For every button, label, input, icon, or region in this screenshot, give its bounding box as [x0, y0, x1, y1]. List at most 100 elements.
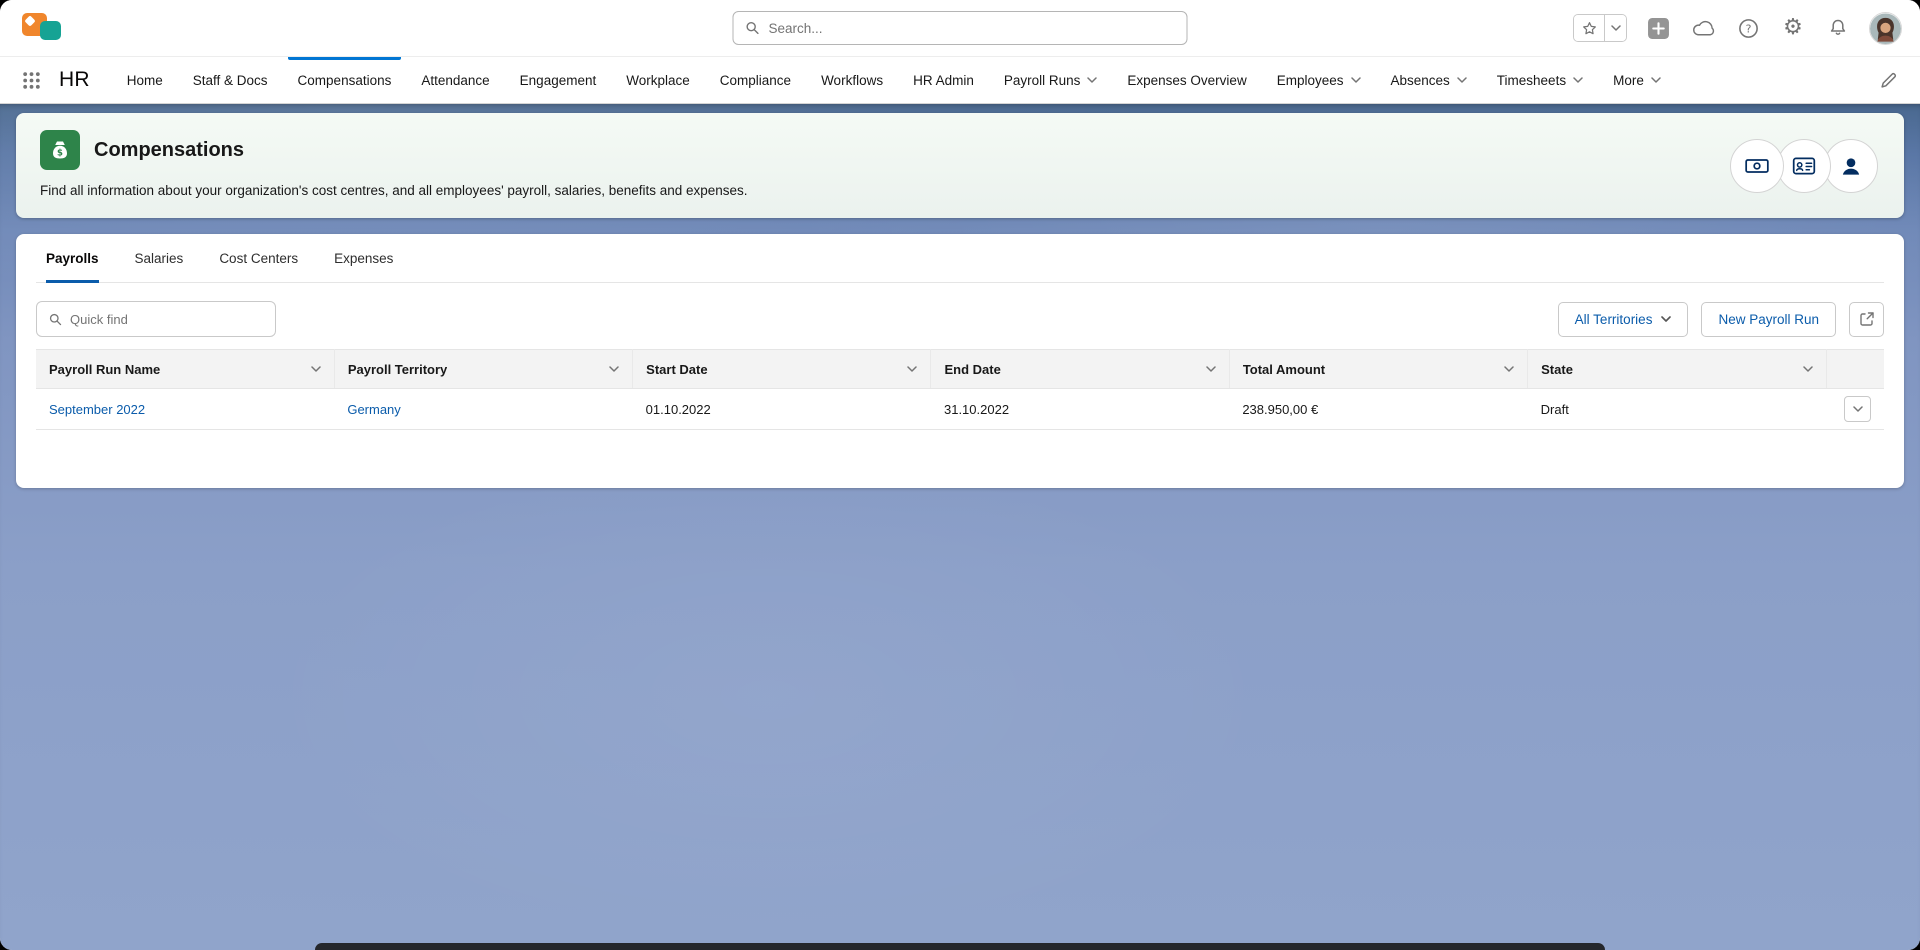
nav-tab-timesheets[interactable]: Timesheets	[1482, 57, 1598, 103]
nav-tab-compensations[interactable]: Compensations	[283, 57, 407, 103]
quick-find-box[interactable]	[36, 301, 276, 337]
nav-tab-expenses-overview[interactable]: Expenses Overview	[1112, 57, 1261, 103]
nav-tab-payroll-runs[interactable]: Payroll Runs	[989, 57, 1113, 103]
nav-tab-label: Compensations	[298, 73, 392, 88]
search-icon	[746, 21, 760, 35]
column-header-total-amount[interactable]: Total Amount	[1229, 350, 1527, 389]
cell-payroll-territory: Germany	[334, 389, 632, 430]
banknote-icon-button[interactable]	[1730, 139, 1784, 193]
column-header-start-date[interactable]: Start Date	[633, 350, 931, 389]
dock-hint	[315, 943, 1605, 950]
global-header: ? ⚙	[0, 0, 1920, 57]
row-actions-button[interactable]	[1844, 396, 1871, 422]
tab-salaries[interactable]: Salaries	[135, 234, 184, 282]
tab-payrolls[interactable]: Payrolls	[46, 234, 99, 282]
page-header-card: $ Compensations Find all information abo…	[16, 113, 1904, 218]
user-avatar[interactable]	[1869, 12, 1902, 45]
nav-tab-label: Expenses Overview	[1127, 73, 1246, 88]
page-canvas: $ Compensations Find all information abo…	[0, 104, 1920, 950]
payroll-run-name-link[interactable]: September 2022	[49, 402, 145, 417]
app-launcher-waffle-icon[interactable]	[18, 67, 45, 94]
nav-tab-staff-docs[interactable]: Staff & Docs	[178, 57, 283, 103]
page-title: Compensations	[94, 139, 244, 162]
nav-tab-home[interactable]: Home	[112, 57, 178, 103]
cell-end-date: 31.10.2022	[931, 389, 1229, 430]
column-label: Start Date	[646, 362, 707, 377]
cell-start-date: 01.10.2022	[633, 389, 931, 430]
person-icon-button[interactable]	[1824, 139, 1878, 193]
chevron-down-icon[interactable]	[1457, 77, 1467, 83]
app-nav-bar: HR HomeStaff & DocsCompensationsAttendan…	[0, 57, 1920, 104]
nav-tab-workflows[interactable]: Workflows	[806, 57, 898, 103]
tab-expenses[interactable]: Expenses	[334, 234, 393, 282]
app-logo[interactable]	[18, 9, 64, 47]
column-header-end-date[interactable]: End Date	[931, 350, 1229, 389]
nav-tab-absences[interactable]: Absences	[1376, 57, 1482, 103]
chevron-down-icon[interactable]	[1504, 366, 1514, 372]
nav-tab-hr-admin[interactable]: HR Admin	[898, 57, 989, 103]
cloud-icon[interactable]	[1689, 14, 1717, 42]
svg-text:$: $	[57, 148, 63, 158]
chevron-down-icon[interactable]	[1803, 366, 1813, 372]
setup-gear-icon[interactable]: ⚙	[1779, 14, 1807, 42]
search-icon	[49, 313, 62, 326]
column-header-actions	[1826, 350, 1884, 389]
payroll-territory-link[interactable]: Germany	[347, 402, 400, 417]
favorites-star-icon[interactable]	[1574, 15, 1604, 41]
nav-tab-label: Compliance	[720, 73, 791, 88]
nav-tab-label: Workflows	[821, 73, 883, 88]
column-label: End Date	[944, 362, 1000, 377]
nav-tab-label: Staff & Docs	[193, 73, 268, 88]
help-icon[interactable]: ?	[1734, 14, 1762, 42]
notifications-bell-icon[interactable]	[1824, 14, 1852, 42]
quick-find-input[interactable]	[70, 312, 263, 327]
compensations-moneybag-icon: $	[40, 130, 80, 170]
global-search[interactable]	[733, 11, 1188, 45]
nav-tab-label: Engagement	[520, 73, 597, 88]
chevron-down-icon[interactable]	[1206, 366, 1216, 372]
column-header-state[interactable]: State	[1528, 350, 1826, 389]
list-toolbar: All Territories New Payroll Run	[36, 301, 1884, 337]
nav-tab-label: Payroll Runs	[1004, 73, 1081, 88]
column-header-payroll-run-name[interactable]: Payroll Run Name	[36, 350, 334, 389]
column-label: Payroll Run Name	[49, 362, 160, 377]
nav-tab-employees[interactable]: Employees	[1262, 57, 1376, 103]
id-card-icon-button[interactable]	[1777, 139, 1831, 193]
favorites-chevron-down-icon[interactable]	[1604, 15, 1626, 41]
payrolls-card: Payrolls Salaries Cost Centers Expenses All…	[16, 234, 1904, 488]
territory-filter-label: All Territories	[1575, 312, 1653, 327]
column-label: Total Amount	[1243, 362, 1325, 377]
open-in-new-window-icon[interactable]	[1849, 302, 1884, 337]
nav-tab-label: Absences	[1391, 73, 1450, 88]
nav-tab-compliance[interactable]: Compliance	[705, 57, 806, 103]
header-actions: ? ⚙	[1573, 12, 1902, 45]
column-header-payroll-territory[interactable]: Payroll Territory	[334, 350, 632, 389]
column-label: Payroll Territory	[348, 362, 447, 377]
nav-tab-attendance[interactable]: Attendance	[406, 57, 504, 103]
chevron-down-icon[interactable]	[1351, 77, 1361, 83]
nav-tab-label: Home	[127, 73, 163, 88]
nav-tab-workplace[interactable]: Workplace	[611, 57, 705, 103]
global-search-input[interactable]	[769, 21, 1175, 36]
cell-total-amount: 238.950,00 €	[1229, 389, 1527, 430]
chevron-down-icon[interactable]	[609, 366, 619, 372]
nav-tab-label: More	[1613, 73, 1644, 88]
chevron-down-icon[interactable]	[1651, 77, 1661, 83]
chevron-down-icon[interactable]	[311, 366, 321, 372]
new-payroll-run-button[interactable]: New Payroll Run	[1701, 302, 1836, 337]
nav-tab-engagement[interactable]: Engagement	[505, 57, 612, 103]
chevron-down-icon	[1661, 316, 1671, 322]
favorites-split-button	[1573, 14, 1627, 42]
chevron-down-icon[interactable]	[1573, 77, 1583, 83]
edit-navigation-pencil-icon[interactable]	[1874, 66, 1902, 94]
nav-tab-more[interactable]: More	[1598, 57, 1676, 103]
chevron-down-icon[interactable]	[907, 366, 917, 372]
logo-teal-shape	[40, 21, 61, 40]
page-header-actions	[1730, 139, 1878, 193]
add-plus-icon[interactable]	[1644, 14, 1672, 42]
chevron-down-icon[interactable]	[1087, 77, 1097, 83]
tab-cost-centers[interactable]: Cost Centers	[219, 234, 298, 282]
svg-text:?: ?	[1745, 22, 1751, 35]
territory-filter-button[interactable]: All Territories	[1558, 302, 1689, 337]
card-tabs: Payrolls Salaries Cost Centers Expenses	[36, 234, 1884, 283]
